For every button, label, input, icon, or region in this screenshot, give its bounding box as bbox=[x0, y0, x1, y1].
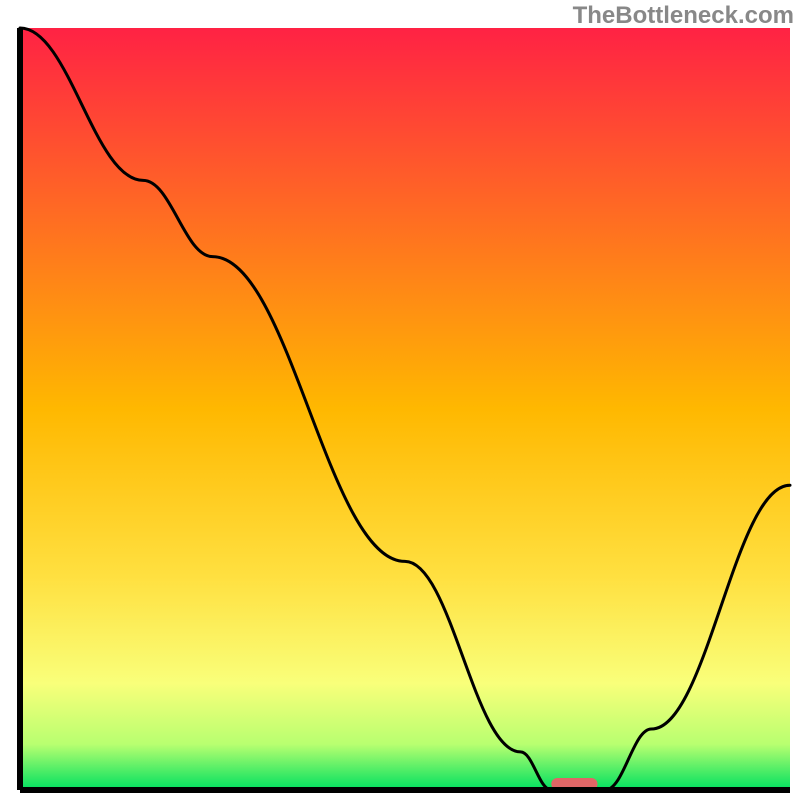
watermark-text: TheBottleneck.com bbox=[573, 2, 794, 30]
chart-container: TheBottleneck.com bbox=[0, 0, 800, 800]
bottleneck-chart bbox=[0, 0, 800, 800]
chart-background bbox=[20, 28, 790, 790]
